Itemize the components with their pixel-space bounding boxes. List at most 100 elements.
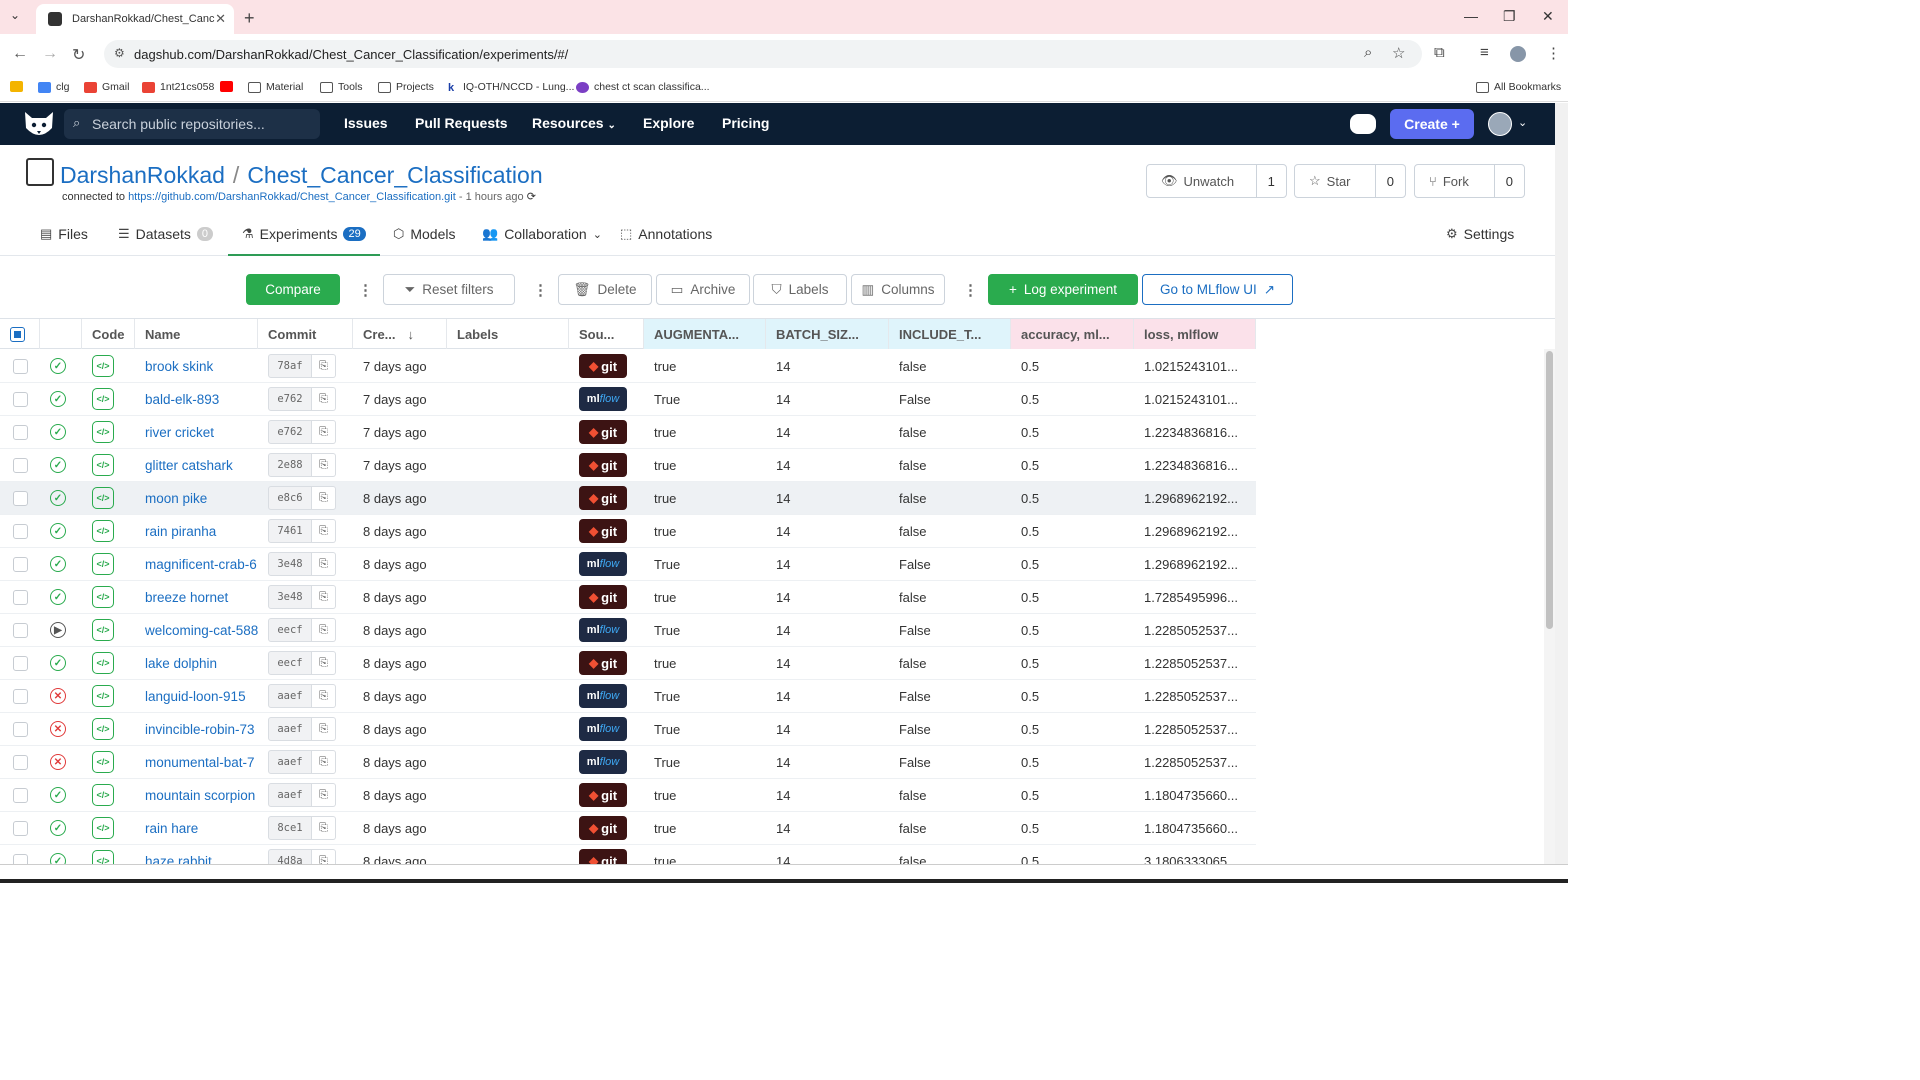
commit-hash[interactable]: eecf xyxy=(268,651,312,675)
code-icon[interactable]: </> xyxy=(92,355,114,377)
row-checkbox[interactable] xyxy=(13,622,28,638)
commit-hash[interactable]: e8c6 xyxy=(268,486,312,510)
columns-button[interactable]: ▥ Columns xyxy=(851,274,945,305)
close-window-icon[interactable]: ✕ xyxy=(1542,8,1554,25)
copy-icon[interactable]: ⎘ xyxy=(312,585,336,609)
bookmark-material[interactable]: Material xyxy=(248,81,303,93)
table-row[interactable]: ✓ </> mountain scorpion aaef ⎘ 8 days ago ◆ git… xyxy=(0,779,1256,812)
mlflow-ui-button[interactable]: Go to MLflow UI ↗ xyxy=(1142,274,1293,305)
tab-experiments[interactable]: ⚗ Experiments 29 xyxy=(228,226,380,256)
site-info-icon[interactable]: ⚙ xyxy=(114,46,125,60)
header-commit[interactable]: Commit xyxy=(258,319,353,349)
header-source[interactable]: Sou... xyxy=(569,319,644,349)
table-row[interactable]: ✓ </> moon pike e8c6 ⎘ 8 days ago ◆ git true 14 fa… xyxy=(0,482,1256,515)
row-checkbox[interactable] xyxy=(13,490,28,506)
code-icon[interactable]: </> xyxy=(92,553,114,575)
header-loss[interactable]: loss, mlflow xyxy=(1134,319,1256,349)
copy-icon[interactable]: ⎘ xyxy=(312,552,336,576)
code-icon[interactable]: </> xyxy=(92,421,114,443)
drive-bookmark[interactable] xyxy=(10,81,28,92)
table-row[interactable]: ✓ </> breeze hornet 3e48 ⎘ 8 days ago ◆ git true… xyxy=(0,581,1256,614)
select-all-checkbox[interactable] xyxy=(10,326,25,342)
more-options-icon[interactable]: ⋮ xyxy=(533,281,548,299)
experiment-name-link[interactable]: brook skink xyxy=(145,359,213,374)
copy-icon[interactable]: ⎘ xyxy=(312,816,336,840)
code-icon[interactable]: </> xyxy=(92,685,114,707)
experiment-name-link[interactable]: rain hare xyxy=(145,821,198,836)
bookmark-projects[interactable]: Projects xyxy=(378,81,434,93)
commit-hash[interactable]: e762 xyxy=(268,387,312,411)
commit-hash[interactable]: 7461 xyxy=(268,519,312,543)
close-tab-icon[interactable]: ✕ xyxy=(215,11,226,27)
table-row[interactable]: ▶ </> welcoming-cat-588 eecf ⎘ 8 days ago ml fl… xyxy=(0,614,1256,647)
browser-tab[interactable]: DarshanRokkad/Chest_Cancer_Cla ✕ xyxy=(36,4,234,34)
repo-name-link[interactable]: Chest_Cancer_Classification xyxy=(247,162,542,188)
commit-hash[interactable]: 2e88 xyxy=(268,453,312,477)
table-row[interactable]: ✓ </> bald-elk-893 e762 ⎘ 7 days ago ml flow Tru… xyxy=(0,383,1256,416)
experiment-name-link[interactable]: bald-elk-893 xyxy=(145,392,219,407)
commit-hash[interactable]: aaef xyxy=(268,750,312,774)
table-row[interactable]: ✓ </> haze rabbit 4d8a ⎘ 8 days ago ◆ git true 14… xyxy=(0,845,1256,864)
row-checkbox[interactable] xyxy=(13,523,28,539)
discord-icon[interactable] xyxy=(1350,114,1376,134)
tab-search-icon[interactable]: ⌄ xyxy=(10,8,20,22)
copy-icon[interactable]: ⎘ xyxy=(312,453,336,477)
tab-collaboration[interactable]: 👥 Collaboration ⌄ xyxy=(482,226,602,242)
table-row[interactable]: ✓ </> lake dolphin eecf ⎘ 8 days ago ◆ git true 1… xyxy=(0,647,1256,680)
row-checkbox[interactable] xyxy=(13,457,28,473)
table-scrollbar[interactable] xyxy=(1544,349,1555,864)
repo-owner-link[interactable]: DarshanRokkad xyxy=(60,162,225,188)
nav-explore[interactable]: Explore xyxy=(643,115,694,131)
experiment-name-link[interactable]: haze rabbit xyxy=(145,854,212,865)
dagshub-logo-icon[interactable] xyxy=(22,108,56,140)
copy-icon[interactable]: ⎘ xyxy=(312,486,336,510)
commit-hash[interactable]: 3e48 xyxy=(268,552,312,576)
table-row[interactable]: ✓ </> brook skink 78af ⎘ 7 days ago ◆ git true 14… xyxy=(0,350,1256,383)
code-icon[interactable]: </> xyxy=(92,520,114,542)
create-button[interactable]: Create + xyxy=(1390,109,1474,139)
row-checkbox[interactable] xyxy=(13,358,28,374)
bookmark-1nt21cs058[interactable]: 1nt21cs058 xyxy=(142,81,214,93)
restore-icon[interactable]: ❐ xyxy=(1503,8,1516,25)
tab-models[interactable]: ⬡ Models xyxy=(393,226,456,242)
code-icon[interactable]: </> xyxy=(92,817,114,839)
compare-button[interactable]: Compare xyxy=(246,274,340,305)
copy-icon[interactable]: ⎘ xyxy=(312,618,336,642)
log-experiment-button[interactable]: + Log experiment xyxy=(988,274,1138,305)
tab-annotations[interactable]: ⬚ Annotations xyxy=(620,226,712,242)
copy-icon[interactable]: ⎘ xyxy=(312,783,336,807)
watch-button[interactable]: 👁 Unwatch 1 xyxy=(1146,164,1287,198)
experiment-name-link[interactable]: monumental-bat-7 xyxy=(145,755,255,770)
copy-icon[interactable]: ⎘ xyxy=(312,849,336,864)
code-icon[interactable]: </> xyxy=(92,784,114,806)
user-menu-chevron-icon[interactable]: ⌄ xyxy=(1518,116,1527,129)
bookmark-iq-oth[interactable]: k IQ-OTH/NCCD - Lung... xyxy=(448,81,574,94)
experiment-name-link[interactable]: rain piranha xyxy=(145,524,216,539)
row-checkbox[interactable] xyxy=(13,820,28,836)
scrollbar-thumb[interactable] xyxy=(1546,351,1553,629)
header-labels[interactable]: Labels xyxy=(447,319,569,349)
commit-hash[interactable]: e762 xyxy=(268,420,312,444)
row-checkbox[interactable] xyxy=(13,391,28,407)
code-icon[interactable]: </> xyxy=(92,487,114,509)
more-options-icon[interactable]: ⋮ xyxy=(963,281,978,299)
code-icon[interactable]: </> xyxy=(92,652,114,674)
nav-issues[interactable]: Issues xyxy=(344,115,388,131)
row-checkbox[interactable] xyxy=(13,424,28,440)
copy-icon[interactable]: ⎘ xyxy=(312,684,336,708)
commit-hash[interactable]: aaef xyxy=(268,717,312,741)
youtube-bookmark[interactable] xyxy=(220,81,238,92)
minimize-icon[interactable]: — xyxy=(1464,8,1478,24)
experiment-name-link[interactable]: moon pike xyxy=(145,491,207,506)
bookmark-star-icon[interactable]: ☆ xyxy=(1392,44,1405,62)
commit-hash[interactable]: 4d8a xyxy=(268,849,312,864)
experiment-name-link[interactable]: glitter catshark xyxy=(145,458,233,473)
copy-icon[interactable]: ⎘ xyxy=(312,717,336,741)
code-icon[interactable]: </> xyxy=(92,388,114,410)
commit-hash[interactable]: 78af xyxy=(268,354,312,378)
nav-pricing[interactable]: Pricing xyxy=(722,115,769,131)
header-created[interactable]: Cre... ↓ xyxy=(353,319,447,349)
table-row[interactable]: ✓ </> river cricket e762 ⎘ 7 days ago ◆ git true… xyxy=(0,416,1256,449)
reset-filters-button[interactable]: ⏷ Reset filters xyxy=(383,274,515,305)
chrome-menu-icon[interactable]: ⋮ xyxy=(1546,44,1561,62)
